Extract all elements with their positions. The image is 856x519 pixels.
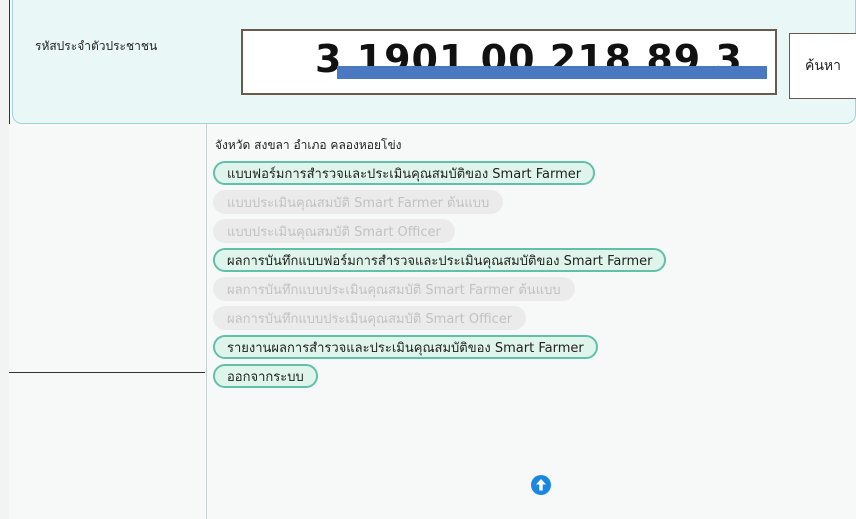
menu-item-prototype-assessment: แบบประเมินคุณสมบัติ Smart Farmer ต้นแบบ xyxy=(213,190,504,214)
location-text: จังหวัด สงขลา อำเภอ คลองหอยโข่ง xyxy=(215,138,402,152)
menu-item-survey-results[interactable]: ผลการบันทึกแบบฟอร์มการสำรวจและประเมินคุณ… xyxy=(213,248,667,272)
menu-item-survey-report[interactable]: รายงานผลการสำรวจและประเมินคุณสมบัติของ S… xyxy=(213,335,598,359)
citizen-id-input[interactable]: 3 1901 00 218 89 3 xyxy=(241,29,777,95)
menu-item-survey-form[interactable]: แบบฟอร์มการสำรวจและประเมินคุณสมบัติของ S… xyxy=(213,161,596,185)
arrow-up-circle-icon[interactable] xyxy=(531,475,551,495)
left-column xyxy=(9,124,207,519)
search-panel: รหัสประจำตัวประชาชน 3 1901 00 218 89 3 ค… xyxy=(12,0,856,124)
citizen-id-label: รหัสประจำตัวประชาชน xyxy=(35,39,158,53)
redaction-bar xyxy=(337,66,767,79)
left-divider xyxy=(9,372,205,373)
main-menu: จังหวัด สงขลา อำเภอ คลองหอยโข่ง แบบฟอร์ม… xyxy=(213,136,856,393)
menu-item-prototype-results: ผลการบันทึกแบบประเมินคุณสมบัติ Smart Far… xyxy=(213,277,575,301)
search-button[interactable]: ค้นหา xyxy=(789,33,856,99)
menu-item-officer-assessment: แบบประเมินคุณสมบัติ Smart Officer xyxy=(213,219,455,243)
menu-item-officer-results: ผลการบันทึกแบบประเมินคุณสมบัติ Smart Off… xyxy=(213,306,527,330)
menu-item-logout[interactable]: ออกจากระบบ xyxy=(213,364,318,388)
